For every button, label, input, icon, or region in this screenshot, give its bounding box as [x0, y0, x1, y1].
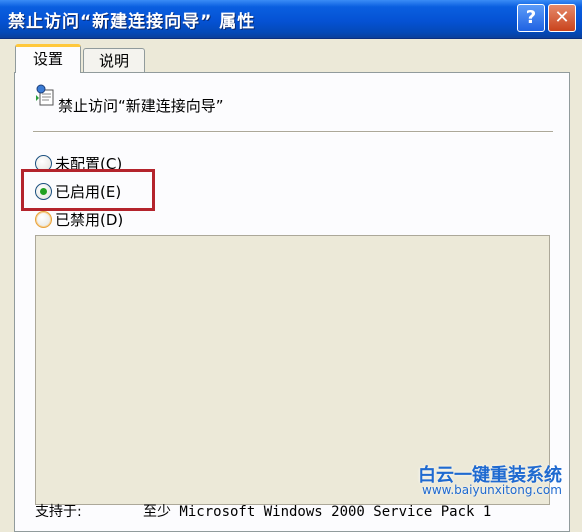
- tab-settings[interactable]: 设置: [15, 44, 81, 73]
- help-button[interactable]: ?: [517, 4, 545, 32]
- support-label: 支持于:: [35, 504, 82, 520]
- close-button[interactable]: ✕: [548, 4, 576, 32]
- title-bar[interactable]: 禁止访问“新建连接向导” 属性 ? ✕: [0, 0, 582, 39]
- policy-icon: [36, 84, 54, 106]
- tab-explain[interactable]: 说明: [83, 48, 145, 75]
- separator: [33, 131, 553, 133]
- window-title: 禁止访问“新建连接向导” 属性: [8, 12, 256, 32]
- policy-name: 禁止访问“新建连接向导”: [58, 97, 224, 115]
- radio-label-disabled: 已禁用(D): [55, 211, 124, 229]
- highlight-annotation: [21, 169, 155, 211]
- watermark-url: www.baiyunxitong.com: [422, 483, 562, 497]
- radio-disabled[interactable]: 已禁用(D): [35, 209, 123, 231]
- radio-button[interactable]: [35, 211, 52, 228]
- watermark: 白云一键重装系统 www.baiyunxitong.com: [418, 461, 582, 515]
